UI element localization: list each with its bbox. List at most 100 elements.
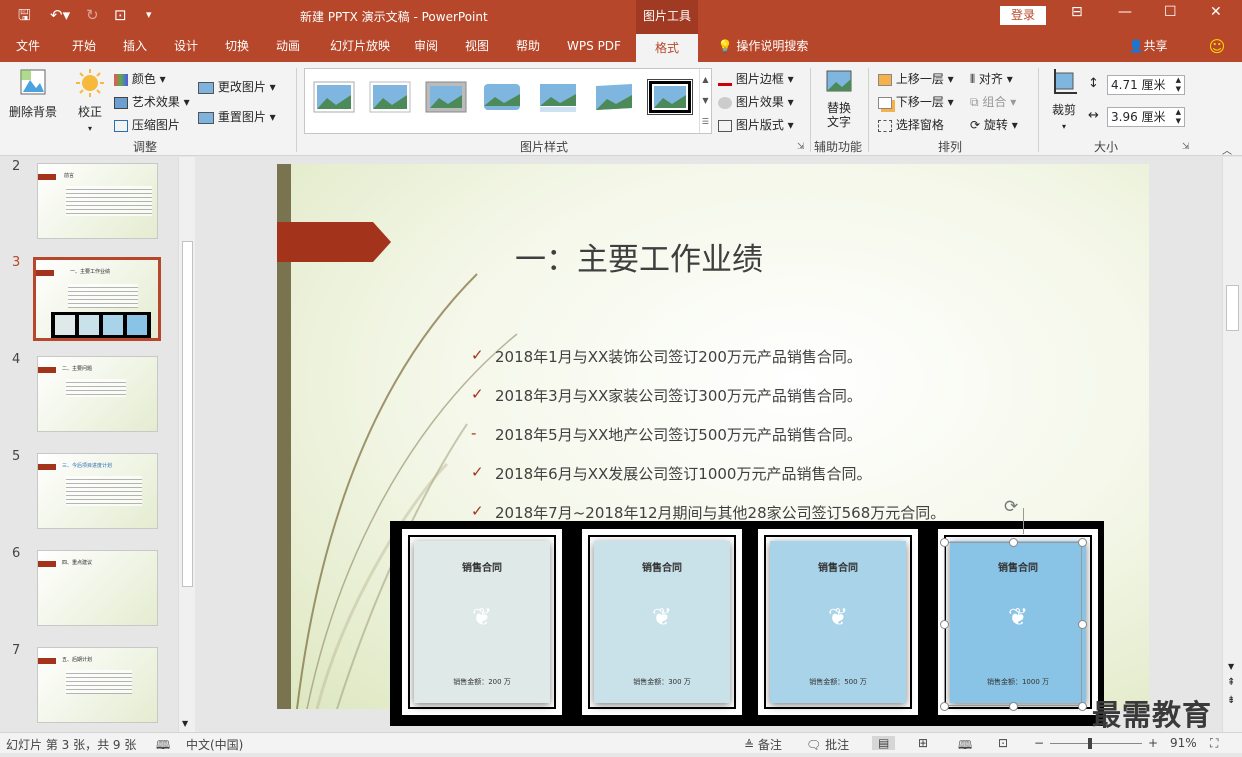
customize-toolbar-icon[interactable]: ▾ bbox=[146, 6, 152, 24]
slide-thumbnail-4[interactable]: 二、主要问题 bbox=[37, 356, 158, 432]
slide-thumbnail-2[interactable]: 前言 bbox=[37, 163, 158, 239]
alt-text-button[interactable]: 替换 文字 bbox=[818, 68, 860, 129]
contract-picture-2[interactable]: 销售合同 ❦ 销售金额：300 万 bbox=[582, 529, 742, 715]
picture-style-3[interactable] bbox=[423, 79, 469, 115]
bullet-item[interactable]: -2018年5月与XX地产公司签订500万元产品销售合同。 bbox=[471, 424, 862, 445]
contract-picture-3[interactable]: 销售合同 ❦ 销售金额：500 万 bbox=[758, 529, 918, 715]
picture-style-7-selected[interactable] bbox=[647, 79, 693, 115]
resize-handle[interactable] bbox=[940, 702, 949, 711]
thumbnail-scrollbar[interactable]: ▼ bbox=[178, 157, 195, 732]
color-button[interactable]: 颜色 ▾ bbox=[114, 70, 166, 87]
resize-handle[interactable] bbox=[1009, 702, 1018, 711]
picture-effects-button[interactable]: 图片效果 ▾ bbox=[718, 93, 794, 110]
slideshow-icon[interactable]: ⊡ bbox=[998, 736, 1008, 750]
send-backward-button[interactable]: 下移一层 ▾ bbox=[878, 93, 954, 110]
redo-icon[interactable]: ↻ bbox=[86, 6, 99, 24]
slide-title[interactable]: 一：主要工作业绩 bbox=[515, 234, 763, 279]
corrections-button[interactable]: 校正 ▾ bbox=[70, 68, 110, 134]
start-from-beginning-icon[interactable]: ⊡ bbox=[114, 6, 127, 24]
collapse-ribbon-icon[interactable]: ︿ bbox=[1222, 142, 1232, 157]
bring-forward-button[interactable]: 上移一层 ▾ bbox=[878, 70, 954, 87]
zoom-slider-thumb[interactable] bbox=[1088, 738, 1092, 749]
tab-format[interactable]: 格式 bbox=[636, 32, 698, 62]
picture-style-6[interactable] bbox=[591, 79, 637, 115]
scroll-down-icon[interactable]: ▼ bbox=[182, 719, 188, 728]
normal-view-icon[interactable]: ▤ bbox=[872, 736, 896, 750]
zoom-level[interactable]: 91% bbox=[1170, 736, 1197, 750]
resize-handle[interactable] bbox=[1009, 538, 1018, 547]
maximize-icon[interactable]: ☐ bbox=[1164, 4, 1177, 20]
zoom-in-icon[interactable]: + bbox=[1148, 736, 1158, 750]
minimize-icon[interactable]: — bbox=[1118, 4, 1132, 20]
change-picture-button[interactable]: 更改图片 ▾ bbox=[198, 78, 276, 95]
fit-to-window-icon[interactable]: ⛶ bbox=[1210, 736, 1218, 751]
tab-slideshow[interactable]: 幻灯片放映 bbox=[318, 32, 402, 62]
tab-help[interactable]: 帮助 bbox=[504, 32, 552, 62]
undo-icon[interactable]: ↶▾ bbox=[50, 6, 70, 24]
slide-thumbnail-3-selected[interactable]: 一、主要工作业绩 bbox=[33, 257, 161, 341]
tab-insert[interactable]: 插入 bbox=[111, 32, 159, 62]
picture-layout-button[interactable]: 图片版式 ▾ bbox=[718, 116, 794, 133]
smiley-feedback-icon[interactable]: ☺ bbox=[1204, 32, 1230, 62]
bullet-item[interactable]: ✓ 2018年1月与XX装饰公司签订200万元产品销售合同。 bbox=[471, 346, 862, 367]
dialog-launcher-icon[interactable]: ⇲ bbox=[1182, 142, 1190, 152]
editor-scrollbar[interactable]: ▼ ⇞ ⇟ bbox=[1222, 157, 1242, 732]
artistic-effects-button[interactable]: 艺术效果 ▾ bbox=[114, 93, 190, 110]
save-icon[interactable]: 🖫 bbox=[18, 6, 31, 24]
next-slide-icon[interactable]: ⇟ bbox=[1227, 695, 1235, 706]
spinner-icon[interactable]: ▲ ▼ bbox=[1176, 108, 1181, 126]
tell-me-search[interactable]: 💡 操作说明搜索 bbox=[708, 32, 818, 62]
picture-style-2[interactable] bbox=[367, 79, 413, 115]
dialog-launcher-icon[interactable]: ⇲ bbox=[797, 142, 805, 152]
zoom-slider[interactable] bbox=[1050, 743, 1142, 744]
align-button[interactable]: ⫴ 对齐 ▾ bbox=[970, 70, 1013, 87]
tab-view[interactable]: 视图 bbox=[453, 32, 501, 62]
language[interactable]: 中文(中国) bbox=[186, 736, 243, 753]
contract-picture-1[interactable]: 销售合同 ❦ 销售金额：200 万 bbox=[402, 529, 562, 715]
tab-wps-pdf[interactable]: WPS PDF bbox=[558, 32, 630, 62]
rotate-button[interactable]: ⟳ 旋转 ▾ bbox=[970, 116, 1018, 133]
notes-button[interactable]: ≜ 备注 bbox=[744, 736, 782, 753]
scroll-down-icon[interactable]: ▼ bbox=[1228, 662, 1234, 671]
ribbon-display-options-icon[interactable]: ⊟ bbox=[1071, 4, 1083, 20]
close-icon[interactable]: ✕ bbox=[1210, 4, 1222, 20]
resize-handle[interactable] bbox=[940, 538, 949, 547]
reset-picture-button[interactable]: 重置图片 ▾ bbox=[198, 108, 276, 125]
tab-design[interactable]: 设计 bbox=[162, 32, 210, 62]
share-button[interactable]: 👤共享 bbox=[1120, 32, 1176, 62]
remove-background-button[interactable]: 删除背景 bbox=[4, 68, 62, 120]
gallery-scroll[interactable]: ▲ ▼ ☰ bbox=[699, 69, 711, 133]
resize-handle[interactable] bbox=[1078, 702, 1087, 711]
resize-handle[interactable] bbox=[1078, 538, 1087, 547]
slide-thumbnail-5[interactable]: 三、今后项目进度计划 bbox=[37, 453, 158, 529]
login-button[interactable]: 登录 bbox=[1000, 6, 1046, 25]
height-input[interactable]: 4.71 厘米 ▲ ▼ bbox=[1107, 75, 1185, 95]
editor-scrollbar-thumb[interactable] bbox=[1226, 285, 1239, 331]
bullet-item[interactable]: ✓ 2018年3月与XX家装公司签订300万元产品销售合同。 bbox=[471, 385, 862, 406]
bullet-item[interactable]: ✓ 2018年6月与XX发展公司签订1000万元产品销售合同。 bbox=[471, 463, 871, 484]
width-input[interactable]: 3.96 厘米 ▲ ▼ bbox=[1107, 107, 1185, 127]
picture-style-5[interactable] bbox=[535, 79, 581, 115]
tab-file[interactable]: 文件 bbox=[4, 32, 52, 62]
picture-style-4[interactable] bbox=[479, 79, 525, 115]
crop-button[interactable]: 裁剪 ▾ bbox=[1044, 68, 1084, 132]
selection-pane-button[interactable]: 选择窗格 bbox=[878, 116, 944, 133]
tab-review[interactable]: 审阅 bbox=[402, 32, 450, 62]
zoom-out-icon[interactable]: − bbox=[1034, 736, 1044, 750]
group-objects-button[interactable]: ⧉ 组合 ▾ bbox=[970, 93, 1016, 110]
spinner-icon[interactable]: ▲ ▼ bbox=[1176, 76, 1181, 94]
tab-transitions[interactable]: 切换 bbox=[213, 32, 261, 62]
slide-thumbnail-7[interactable]: 五、后期计划 bbox=[37, 647, 158, 723]
tab-animations[interactable]: 动画 bbox=[264, 32, 312, 62]
resize-handle[interactable] bbox=[940, 620, 949, 629]
reading-view-icon[interactable]: 🕮 bbox=[958, 736, 972, 757]
thumbnail-scrollbar-thumb[interactable] bbox=[182, 241, 193, 587]
compress-pictures-button[interactable]: 压缩图片 bbox=[114, 116, 180, 133]
spellcheck-icon[interactable]: 🕮 bbox=[156, 736, 170, 757]
slide-thumbnail-6[interactable]: 四、重点建议 bbox=[37, 550, 158, 626]
previous-slide-icon[interactable]: ⇞ bbox=[1227, 677, 1235, 688]
picture-style-1[interactable] bbox=[311, 79, 357, 115]
rotate-handle-icon[interactable]: ⟳ bbox=[1004, 497, 1018, 517]
comments-button[interactable]: 🗨 批注 bbox=[806, 736, 849, 753]
slide-sorter-icon[interactable]: ⊞ bbox=[918, 736, 928, 750]
